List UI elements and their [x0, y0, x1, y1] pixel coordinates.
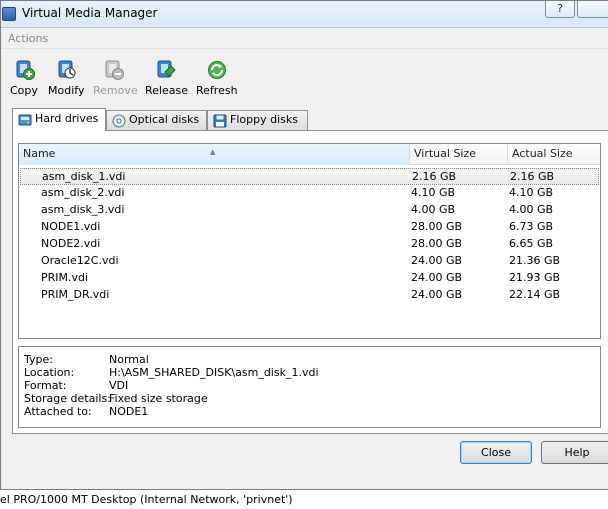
release-icon	[157, 60, 176, 78]
row-actual-size: 22.14 GB	[509, 288, 561, 301]
row-name: PRIM_DR.vdi	[41, 288, 110, 301]
copy-button[interactable]: Copy	[10, 56, 40, 100]
modify-label: Modify	[48, 84, 85, 97]
row-virtual-size: 2.16 GB	[412, 170, 457, 183]
detail-label: Type:	[24, 353, 53, 366]
title-help-button[interactable]: ?	[545, 1, 575, 18]
modify-button[interactable]: Modify	[48, 56, 86, 100]
row-actual-size: 21.36 GB	[509, 254, 561, 267]
toolbar: Copy Modify Remove Release Refresh	[1, 56, 608, 100]
detail-value: Normal	[109, 353, 149, 366]
row-actual-size: 6.65 GB	[509, 237, 554, 250]
refresh-icon	[208, 61, 226, 79]
background-status-text: el PRO/1000 MT Desktop (Internal Network…	[0, 490, 608, 509]
table-row[interactable]: asm_disk_2.vdi 4.10 GB 4.10 GB	[20, 185, 599, 202]
row-name: NODE1.vdi	[41, 220, 101, 233]
media-list[interactable]: Name ▲ Virtual Size Actual Size asm_disk…	[18, 143, 601, 339]
column-actual-size[interactable]: Actual Size	[508, 144, 600, 165]
refresh-label: Refresh	[196, 84, 238, 97]
row-virtual-size: 24.00 GB	[411, 288, 463, 301]
tab-hard-drives-label: Hard drives	[35, 112, 99, 125]
optical-disk-icon	[112, 114, 126, 128]
remove-icon	[105, 60, 124, 80]
release-button[interactable]: Release	[145, 56, 188, 100]
row-virtual-size: 28.00 GB	[411, 220, 463, 233]
close-button[interactable]: Close	[460, 441, 532, 464]
detail-value: NODE1	[109, 405, 149, 418]
row-virtual-size: 24.00 GB	[411, 271, 463, 284]
menu-bar: Actions	[1, 29, 608, 49]
window-close-button[interactable]	[577, 1, 608, 18]
table-row[interactable]: asm_disk_1.vdi 2.16 GB 2.16 GB	[20, 168, 599, 185]
detail-label: Attached to:	[24, 405, 92, 418]
floppy-disk-icon	[213, 114, 227, 128]
tab-floppy-disks[interactable]: Floppy disks	[207, 110, 308, 130]
row-name: NODE2.vdi	[41, 237, 101, 250]
row-name: asm_disk_3.vdi	[41, 203, 125, 216]
title-bar[interactable]: Virtual Media Manager ?	[1, 1, 608, 28]
row-actual-size: 6.73 GB	[509, 220, 554, 233]
details-pane: Type: Normal Location: H:\ASM_SHARED_DIS…	[18, 346, 601, 428]
help-button[interactable]: Help	[541, 441, 608, 464]
tab-hard-drives[interactable]: Hard drives	[12, 108, 106, 131]
row-virtual-size: 28.00 GB	[411, 237, 463, 250]
table-row[interactable]: PRIM.vdi 24.00 GB 21.93 GB	[20, 270, 599, 287]
list-header: Name ▲ Virtual Size Actual Size	[19, 144, 600, 165]
window-title: Virtual Media Manager	[22, 6, 158, 20]
detail-label: Storage details:	[24, 392, 111, 405]
row-actual-size: 4.00 GB	[509, 203, 554, 216]
tab-optical-disks[interactable]: Optical disks	[106, 110, 207, 130]
remove-button[interactable]: Remove	[93, 56, 138, 100]
row-virtual-size: 24.00 GB	[411, 254, 463, 267]
column-name[interactable]: Name ▲	[19, 144, 410, 165]
release-label: Release	[145, 84, 188, 97]
tab-optical-disks-label: Optical disks	[129, 113, 200, 126]
row-name: asm_disk_2.vdi	[41, 186, 125, 199]
table-row[interactable]: NODE1.vdi 28.00 GB 6.73 GB	[20, 219, 599, 236]
table-row[interactable]: Oracle12C.vdi 24.00 GB 21.36 GB	[20, 253, 599, 270]
sort-ascending-icon: ▲	[210, 148, 216, 156]
column-name-label: Name	[23, 147, 56, 160]
detail-label: Format:	[24, 379, 67, 392]
row-name: PRIM.vdi	[41, 271, 89, 284]
detail-value: H:\ASM_SHARED_DISK\asm_disk_1.vdi	[109, 366, 319, 379]
detail-value: Fixed size storage	[109, 392, 208, 405]
modify-icon	[58, 60, 76, 79]
remove-label: Remove	[93, 84, 138, 97]
column-virtual-size[interactable]: Virtual Size	[410, 144, 508, 165]
row-name: asm_disk_1.vdi	[42, 170, 126, 183]
refresh-button[interactable]: Refresh	[196, 56, 238, 100]
table-row[interactable]: NODE2.vdi 28.00 GB 6.65 GB	[20, 236, 599, 253]
copy-icon	[16, 60, 35, 80]
row-actual-size: 2.16 GB	[510, 170, 555, 183]
media-tabs: Hard drives Optical disks Floppy disks	[12, 108, 608, 131]
table-row[interactable]: PRIM_DR.vdi 24.00 GB 22.14 GB	[20, 287, 599, 304]
table-row[interactable]: asm_disk_3.vdi 4.00 GB 4.00 GB	[20, 202, 599, 219]
column-actual-size-label: Actual Size	[512, 147, 573, 160]
column-virtual-size-label: Virtual Size	[414, 147, 477, 160]
row-name: Oracle12C.vdi	[41, 254, 119, 267]
detail-value: VDI	[109, 379, 129, 392]
row-actual-size: 4.10 GB	[509, 186, 554, 199]
hard-drives-panel: Name ▲ Virtual Size Actual Size asm_disk…	[12, 130, 608, 434]
app-icon	[2, 7, 16, 21]
detail-label: Location:	[24, 366, 75, 379]
copy-label: Copy	[10, 84, 38, 97]
row-virtual-size: 4.00 GB	[411, 203, 456, 216]
hard-drive-icon	[18, 114, 32, 126]
tab-floppy-disks-label: Floppy disks	[230, 113, 298, 126]
row-virtual-size: 4.10 GB	[411, 186, 456, 199]
row-actual-size: 21.93 GB	[509, 271, 561, 284]
virtual-media-manager-window: Virtual Media Manager ? Actions Copy Mod…	[0, 0, 608, 490]
menu-actions[interactable]: Actions	[8, 32, 48, 45]
